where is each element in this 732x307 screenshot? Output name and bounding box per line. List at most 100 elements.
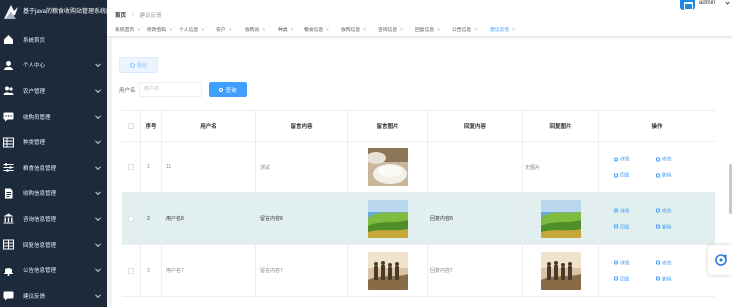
action-group: 详情 修改 回复 删除: [614, 156, 698, 179]
sidebar-item-profile[interactable]: 个人中心: [0, 53, 107, 79]
close-icon[interactable]: ×: [512, 28, 515, 33]
sidebar-item-purchase-info[interactable]: 收购信息管理: [0, 181, 107, 207]
sidebar-item-label: 粮食信息管理: [23, 165, 57, 172]
chevron-down-icon: [95, 292, 101, 298]
sidebar-item-reply-info[interactable]: 回复信息管理: [0, 232, 107, 258]
row-checkbox[interactable]: [128, 164, 134, 170]
hills-image[interactable]: [367, 199, 408, 238]
tag-type[interactable]: 种类 ×: [278, 26, 293, 33]
grid-icon: [3, 137, 14, 148]
close-icon[interactable]: ×: [474, 28, 477, 33]
edit-button[interactable]: 修改: [656, 156, 698, 163]
users-icon: [3, 85, 14, 96]
select-all-checkbox[interactable]: [128, 123, 134, 129]
close-icon[interactable]: ×: [201, 28, 204, 33]
edit-label: 修改: [662, 261, 672, 266]
close-icon[interactable]: ×: [169, 28, 172, 33]
close-icon[interactable]: ×: [437, 28, 440, 33]
info-icon: [614, 208, 618, 213]
sidebar-item-label: 咨询信息管理: [23, 216, 57, 223]
detail-button[interactable]: 详情: [614, 259, 656, 266]
table-row[interactable]: 1 11 测试 无图片 详情 修改 回复 删除: [122, 142, 715, 193]
tag-buyer[interactable]: 收购员 ×: [245, 26, 265, 33]
chat-icon: [3, 111, 14, 122]
reply-label: 回复: [620, 277, 630, 282]
tag-label: 建议反馈: [490, 28, 510, 33]
sidebar-item-farmers[interactable]: 农户管理: [0, 78, 107, 104]
close-icon[interactable]: ×: [400, 28, 403, 33]
close-icon[interactable]: ×: [262, 28, 265, 33]
sidebar-item-grain-info[interactable]: 粮食信息管理: [0, 155, 107, 181]
tag-purchase-info[interactable]: 收购信息 ×: [341, 26, 366, 33]
row-content: 留言内容8: [256, 193, 348, 244]
reply-button[interactable]: 回复: [614, 223, 656, 230]
delete-row-button[interactable]: 删除: [656, 172, 698, 179]
row-content: 测试: [256, 142, 348, 192]
tag-notice-info[interactable]: 公告信息 ×: [452, 26, 477, 33]
bank-icon: [3, 213, 14, 224]
reply-button[interactable]: 回复: [614, 172, 656, 179]
user-name[interactable]: admin: [699, 0, 715, 6]
logo-icon: [4, 5, 18, 19]
chat-icon: [614, 224, 618, 229]
close-icon[interactable]: ×: [291, 28, 294, 33]
chevron-down-icon[interactable]: [725, 0, 730, 5]
chevron-down-icon: [95, 138, 101, 145]
tag-password[interactable]: 修改密码 ×: [147, 26, 172, 33]
tag-profile[interactable]: 个人信息 ×: [179, 26, 204, 33]
close-icon[interactable]: ×: [326, 28, 329, 33]
close-icon[interactable]: ×: [363, 28, 366, 33]
tag-label: 农户: [216, 28, 226, 33]
table-row[interactable]: 3 用户名7 留言内容7 回复内容7 详情 修改 回复 删除: [122, 245, 715, 297]
sidebar-item-buyers[interactable]: 收购员管理: [0, 104, 107, 130]
brand: 基于java的粮食收购站管理系统的: [0, 0, 107, 27]
tag-label: 回复信息: [415, 28, 435, 33]
row-checkbox[interactable]: [128, 267, 134, 274]
delete-icon: [129, 62, 135, 68]
floating-help-button[interactable]: [708, 245, 732, 275]
table-row[interactable]: 2 用户名8 留言内容8 回复内容8 详情 修改 回复 删除: [122, 193, 715, 245]
people-image[interactable]: [540, 251, 581, 290]
search-button[interactable]: 查询: [209, 82, 247, 97]
sidebar-item-home[interactable]: 系统首页: [0, 27, 107, 53]
sidebar-item-label: 回复信息管理: [23, 242, 57, 249]
edit-button[interactable]: 修改: [656, 259, 698, 266]
close-icon[interactable]: ×: [229, 28, 232, 33]
sidebar-item-consult-info[interactable]: 咨询信息管理: [0, 206, 107, 232]
tag-home[interactable]: 系统首页 ×: [115, 26, 140, 33]
reply-button[interactable]: 回复: [614, 275, 656, 282]
breadcrumb-home[interactable]: 首页: [115, 11, 126, 19]
sidebar-item-label: 收购信息管理: [23, 191, 57, 198]
tag-consult-info[interactable]: 咨询信息 ×: [378, 26, 403, 33]
rice-image[interactable]: [367, 148, 408, 186]
row-image-cell: [348, 142, 428, 192]
hills-image[interactable]: [540, 199, 581, 238]
sidebar-item-feedback[interactable]: 建议反馈: [0, 283, 107, 307]
detail-button[interactable]: 详情: [614, 156, 656, 163]
close-icon[interactable]: ×: [137, 28, 140, 33]
row-checkbox[interactable]: [128, 215, 134, 222]
tag-reply-info[interactable]: 回复信息 ×: [415, 26, 440, 33]
search-input[interactable]: 用户名: [139, 82, 202, 97]
edit-button[interactable]: 修改: [656, 207, 698, 214]
tag-grain-info[interactable]: 粮食信息 ×: [304, 26, 329, 33]
tag-feedback[interactable]: 建议反馈 ×: [490, 26, 515, 33]
row-index: 2: [141, 193, 162, 244]
detail-button[interactable]: 详情: [614, 207, 656, 214]
tag-farmer[interactable]: 农户 ×: [216, 26, 231, 33]
delete-label: 删除: [662, 225, 672, 230]
row-checkbox-cell: [122, 193, 141, 244]
row-actions: 详情 修改 回复 删除: [599, 193, 715, 244]
delete-row-button[interactable]: 删除: [656, 275, 698, 282]
document-icon: [3, 188, 14, 199]
sidebar-item-notice-info[interactable]: 公告信息管理: [0, 257, 107, 283]
chevron-down-icon: [95, 215, 101, 221]
sidebar-item-types[interactable]: 种类管理: [0, 129, 107, 155]
header-actions: 操作: [651, 124, 663, 130]
detail-label: 详情: [620, 209, 630, 214]
delete-button[interactable]: 删除: [119, 57, 158, 73]
people-image[interactable]: [367, 251, 408, 290]
avatar[interactable]: [680, 0, 695, 10]
delete-row-button[interactable]: 删除: [656, 223, 698, 230]
chevron-down-icon: [95, 189, 101, 196]
